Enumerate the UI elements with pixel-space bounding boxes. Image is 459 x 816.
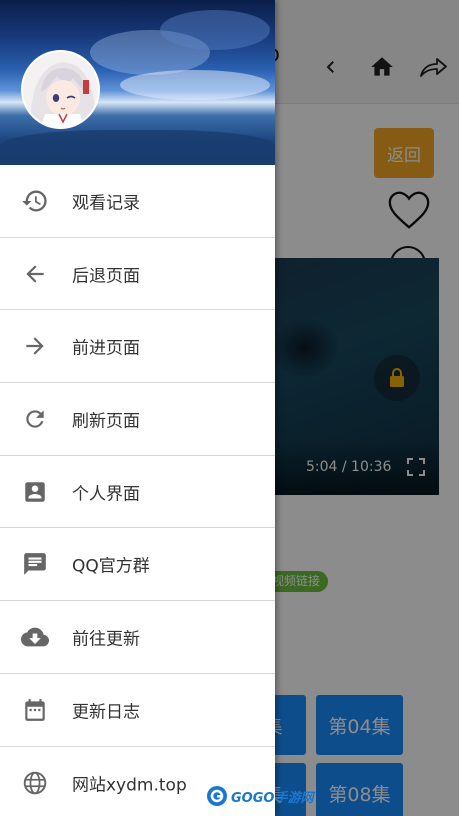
account-box-icon	[20, 477, 50, 507]
calendar-icon	[20, 695, 50, 725]
navigation-drawer: 观看记录 后退页面 前进页面 刷新页面 个人界面 QQ官方群 前往更新 更新日志…	[0, 0, 275, 816]
menu-item-forward[interactable]: 前进页面	[0, 310, 275, 384]
menu-label: 网站xydm.top	[72, 775, 187, 796]
menu-item-changelog[interactable]: 更新日志	[0, 674, 275, 747]
menu-label: 后退页面	[72, 266, 140, 287]
menu-label: 刷新页面	[72, 411, 140, 432]
cloud-download-icon	[20, 622, 50, 652]
menu-item-history[interactable]: 观看记录	[0, 165, 275, 238]
menu-item-profile[interactable]: 个人界面	[0, 456, 275, 529]
menu-label: 前进页面	[72, 338, 140, 359]
avatar[interactable]	[21, 50, 100, 129]
menu-label: QQ官方群	[72, 556, 150, 577]
menu-label: 观看记录	[72, 193, 140, 214]
chat-icon	[20, 549, 50, 579]
arrow-back-icon	[20, 259, 50, 289]
menu-label: 个人界面	[72, 484, 140, 505]
arrow-forward-icon	[20, 331, 50, 361]
drawer-header-image	[0, 0, 275, 165]
history-icon	[20, 186, 50, 216]
menu-item-refresh[interactable]: 刷新页面	[0, 383, 275, 456]
watermark: GOGO手游网	[206, 784, 313, 808]
menu-item-update[interactable]: 前往更新	[0, 601, 275, 674]
menu-label: 前往更新	[72, 629, 140, 650]
drawer-menu: 观看记录 后退页面 前进页面 刷新页面 个人界面 QQ官方群 前往更新 更新日志…	[0, 165, 275, 816]
menu-label: 更新日志	[72, 702, 140, 723]
globe-icon	[20, 768, 50, 798]
watermark-logo-icon	[207, 786, 227, 806]
menu-item-back[interactable]: 后退页面	[0, 238, 275, 311]
watermark-text: GOGO手游网	[231, 790, 314, 806]
menu-item-qq-group[interactable]: QQ官方群	[0, 528, 275, 602]
refresh-icon	[20, 404, 50, 434]
